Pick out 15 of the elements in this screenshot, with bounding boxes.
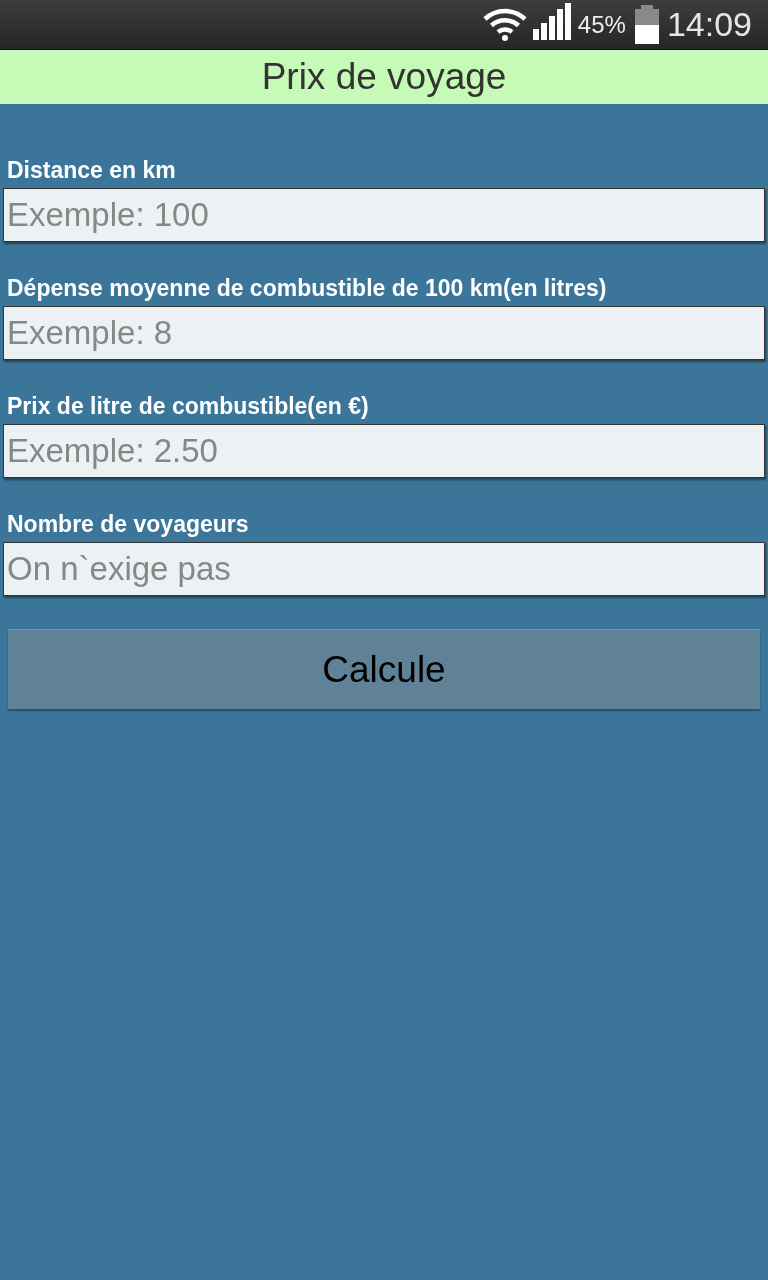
field-label: Distance en km <box>7 156 176 184</box>
input-field[interactable]: Exemple: 100 <box>3 188 765 242</box>
wifi-icon <box>482 6 527 41</box>
app-title: Prix de voyage <box>261 56 507 98</box>
battery-percentage: 45% <box>577 10 626 39</box>
battery-icon <box>634 5 659 44</box>
input-field[interactable]: Exemple: 2.50 <box>3 424 765 478</box>
field-label: Prix de litre de combustible(en €) <box>7 392 369 420</box>
field-label: Dépense moyenne de combustible de 100 km(en litres) <box>7 274 607 302</box>
calculate-button[interactable]: Calcule <box>8 629 760 709</box>
input-field[interactable]: Exemple: 8 <box>3 306 765 360</box>
input-field[interactable]: On n`exige pas <box>3 542 765 596</box>
signal-icon <box>532 3 571 40</box>
field-label: Nombre de voyageurs <box>7 510 249 538</box>
clock-time: 14:09 <box>666 5 752 44</box>
